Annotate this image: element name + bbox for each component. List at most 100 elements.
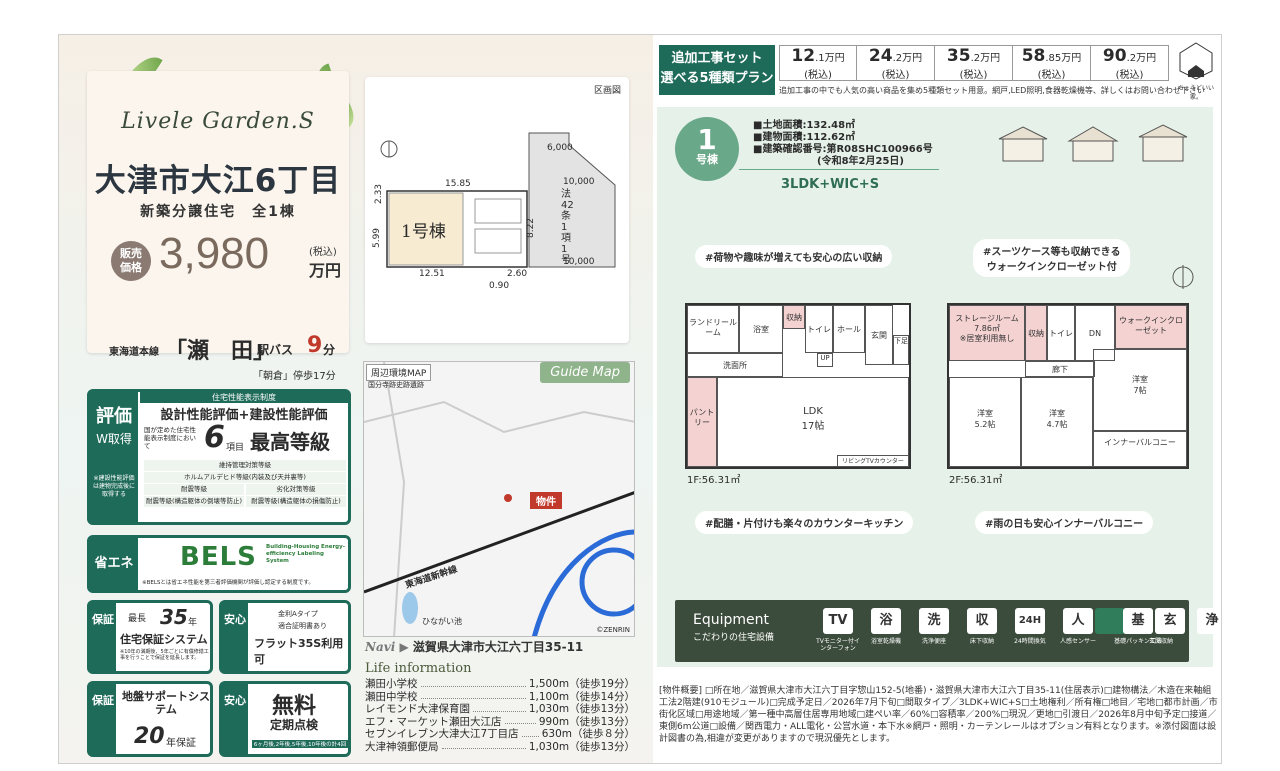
station-walk: 「朝倉」停歩17分 — [253, 371, 336, 382]
plan-price-cell[interactable]: 12.1万円 (税込) — [779, 45, 857, 81]
bels-note: ※BELSとは省エネ性能を第三者評価機関が評価し認定する制度です。 — [142, 580, 314, 586]
navi-address: Navi ▶ 滋賀県大津市大江六丁目35-11 — [365, 638, 583, 655]
property-outline: [物件概要] □所在地／滋賀県大津市大江六丁目字惣山152-5(地番)・滋賀県大… — [659, 686, 1218, 744]
eval-head-small: 住宅性能表示制度 — [140, 392, 348, 403]
equip-label: 床下収納 — [969, 638, 994, 645]
room-inner-balcony: インナーバルコニー — [1093, 431, 1187, 467]
sub-title: 新築分譲住宅 全1棟 — [140, 204, 296, 220]
list-item: 維持管理対策等級 — [144, 460, 346, 471]
entrance-storage-icon: 玄 — [1155, 608, 1185, 634]
plan-price-cell[interactable]: 58.85万円 (税込) — [1013, 45, 1091, 81]
foundation-icon: 基 — [1123, 608, 1153, 634]
brand-logo: Livele Garden.S — [121, 109, 315, 134]
list-item: ホルムアルデヒド等級(内装及び天井裏等) — [144, 472, 346, 483]
ventilation-icon: 24H — [1015, 608, 1045, 634]
water-purifier-icon: 浄 — [1197, 608, 1221, 634]
eval-side-sub: W取得 — [96, 432, 132, 446]
room-ldk: LDK 17帖 — [717, 377, 909, 467]
layout-type: 3LDK+WIC+S — [781, 177, 880, 192]
list-item: 瀬田中学校 1,100m（徒歩14分） — [365, 690, 635, 703]
eval-grade-prefix: 国が定めた住宅性能表示制度において — [144, 426, 196, 450]
intercom-icon: TV — [823, 608, 853, 634]
area-title: 大津市大江6丁目 — [94, 163, 342, 199]
card-title: 住宅保証システム — [120, 633, 208, 646]
card-title: 地盤サポートシステム — [122, 690, 210, 716]
performance-evaluation-card: 評価 W取得 ※建設性能評価は建物完成後に取得する 住宅性能表示制度 設計性能評… — [87, 389, 351, 525]
dim-gap: 0.90 — [489, 281, 510, 291]
plan-note: 追加工事の中でも人気の高い商品を集め5種類セット用意。網戸,LED照明,食器乾燥… — [779, 86, 1205, 95]
card-side: 保証 — [90, 603, 116, 671]
list-item: 耐震等級 — [144, 484, 244, 495]
equip-label: 人感センサー — [1059, 638, 1096, 645]
bels-desc: Building-Housing Energy-efficiency Label… — [266, 544, 345, 564]
price-unit: 万円 — [309, 261, 342, 280]
dim-right: 8.22 — [526, 217, 537, 239]
list-item: 瀬田小学校 1,500m（徒歩19分） — [365, 678, 635, 690]
navi-arrow-icon: ▶ — [399, 640, 409, 654]
spec-cert: ■建築確認番号:第R08SHC100966号 — [753, 144, 933, 155]
room-western-3: 洋室 7帖 — [1093, 349, 1187, 431]
eval-grade-num: 6 — [204, 420, 225, 455]
dim-left-top: 2.33 — [374, 183, 385, 205]
size-logo: ちょうどいい家。 — [1175, 41, 1217, 101]
dim-bottom: 12.51 — [419, 269, 445, 279]
building-spec: ■土地面積:132.48㎡ ■建物面積:112.62㎡ ■建築確認番号:第R08… — [753, 120, 933, 168]
eval-grade-unit: 項目 — [226, 443, 245, 453]
price-value: 3,980 — [159, 229, 270, 278]
room-storage: 収納 — [783, 305, 805, 329]
card-note: 適合証明書あり — [278, 622, 327, 630]
room-toilet: トイレ — [805, 305, 833, 353]
spec-cert-date: (令和8年2月25日) — [817, 156, 904, 167]
card-num: 20 — [134, 724, 165, 749]
house-logo-icon — [1179, 42, 1213, 80]
room-shoe-shelf: 下足 — [893, 335, 909, 365]
station-line: 東海道本線 — [109, 347, 159, 358]
list-item: 耐震等級(構造躯体の損傷防止) — [246, 496, 346, 507]
room-closet-2f: 収納 — [1025, 305, 1047, 361]
compass-icon — [1172, 265, 1194, 289]
plan-tag-line1: 追加工事セット — [671, 51, 763, 66]
dim-road-mid: 10,000 — [563, 177, 595, 187]
room-western-1: 洋室 5.2帖 — [949, 377, 1021, 467]
divider — [739, 169, 939, 170]
plan-price-cell[interactable]: 24.2万円 (税込) — [857, 45, 935, 81]
eval-side: 評価 W取得 ※建設性能評価は建物完成後に取得する — [90, 392, 138, 522]
equip-label: 玄関収納 — [1148, 638, 1173, 645]
card-label: 最長 — [128, 614, 147, 624]
room-entrance: 玄関 — [865, 305, 893, 365]
dim-road-top: 6,000 — [547, 143, 573, 153]
road-law-label: 法42条1項1号 — [561, 189, 574, 266]
map-drawing — [364, 362, 634, 636]
plan-price-cell[interactable]: 90.2万円 (税込) — [1091, 45, 1169, 81]
dim-top: 15.85 — [445, 179, 471, 189]
bels-logo: BELS — [180, 542, 257, 572]
guide-map[interactable]: 周辺環境MAP Guide Map 国分寺跡史跡遺跡 物件 東海道新幹線 ひなが… — [363, 361, 635, 637]
navi-addr: 滋賀県大津市大江六丁目35-11 — [412, 640, 584, 654]
stairs-up: UP — [817, 353, 833, 367]
equipment-subtitle: こだわりの住宅設備 — [693, 633, 775, 643]
station-minutes-unit: 分 — [323, 343, 336, 357]
blank-equipment-icon — [1095, 608, 1125, 634]
equip-label: 浴室乾燥機 — [870, 638, 901, 645]
house-illustrations — [998, 124, 1188, 162]
map-corner-label: 国分寺跡史跡遺跡 — [368, 381, 424, 389]
plan-tag: 追加工事セット 選べる5種類プラン — [659, 45, 775, 95]
price-badge: 販売 価格 — [111, 241, 151, 281]
list-item: 大津神領郵便局 1,030m（徒歩13分） — [365, 740, 635, 753]
spec-land: ■土地面積:132.48㎡ — [753, 120, 856, 131]
floor-2f-area: 2F:56.31㎡ — [949, 475, 1003, 486]
house-icon — [1067, 126, 1119, 162]
card-sub: 定期点検 — [270, 718, 319, 732]
house-icon — [1138, 124, 1188, 162]
life-info-list: 瀬田小学校 1,500m（徒歩19分） 瀬田中学校 1,100m（徒歩14分） レイ… — [365, 678, 635, 753]
room-wash: 洗面所 — [687, 353, 783, 377]
bels-card: 省エネ BELS Building-Housing Energy-efficie… — [87, 535, 351, 593]
plan-price-cell[interactable]: 35.2万円 (税込) — [935, 45, 1013, 81]
building-unit: 号棟 — [696, 153, 718, 166]
room-toilet-2f: トイレ — [1047, 305, 1075, 361]
pond — [402, 592, 418, 624]
card-unit: 年保証 — [166, 738, 196, 749]
card-title: フラット35S利用可 — [254, 637, 344, 666]
equipment-bar: Equipment こだわりの住宅設備 TV TVモニター付インターフォン 浴 … — [675, 600, 1189, 662]
flat35-card: 安心 金利Aタイプ 適合証明書あり フラット35S利用可 — [219, 600, 351, 674]
